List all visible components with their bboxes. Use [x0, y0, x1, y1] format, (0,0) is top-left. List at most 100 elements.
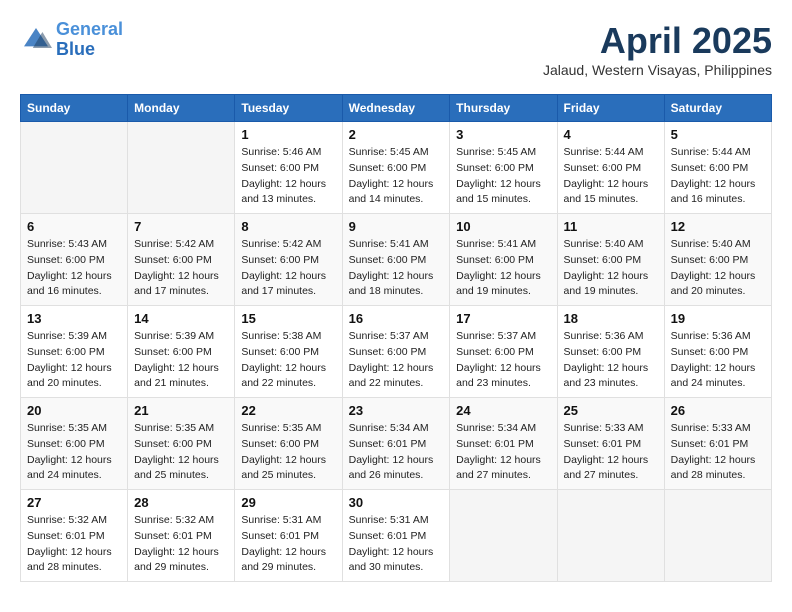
calendar-cell: 12 Sunrise: 5:40 AMSunset: 6:00 PMDayligh… [664, 214, 771, 306]
day-number: 30 [349, 495, 444, 510]
weekday-header-thursday: Thursday [450, 95, 557, 122]
calendar-cell [664, 490, 771, 582]
calendar-cell [128, 122, 235, 214]
calendar-cell: 7Sunrise: 5:42 AMSunset: 6:00 PMDaylight… [128, 214, 235, 306]
day-info: Sunrise: 5:33 AMSunset: 6:01 PMDaylight:… [671, 421, 765, 484]
calendar-cell: 17 Sunrise: 5:37 AMSunset: 6:00 PMDayligh… [450, 306, 557, 398]
day-info: Sunrise: 5:37 AMSunset: 6:00 PMDaylight:… [456, 329, 550, 392]
calendar-cell: 14 Sunrise: 5:39 AMSunset: 6:00 PMDayligh… [128, 306, 235, 398]
day-info: Sunrise: 5:42 AMSunset: 6:00 PMDaylight:… [134, 237, 228, 300]
logo-icon [20, 24, 52, 56]
calendar-cell: 1Sunrise: 5:46 AMSunset: 6:00 PMDaylight… [235, 122, 342, 214]
day-number: 22 [241, 403, 335, 418]
calendar-cell: 28Sunrise: 5:32 AMSunset: 6:01 PMDayligh… [128, 490, 235, 582]
day-number: 10 [456, 219, 550, 234]
calendar-cell: 3 Sunrise: 5:45 AMSunset: 6:00 PMDaylight… [450, 122, 557, 214]
day-number: 21 [134, 403, 228, 418]
day-number: 11 [564, 219, 658, 234]
day-info: Sunrise: 5:36 AMSunset: 6:00 PMDaylight:… [671, 329, 765, 392]
day-number: 3 [456, 127, 550, 142]
calendar-table: SundayMondayTuesdayWednesdayThursdayFrid… [20, 94, 772, 582]
day-info: Sunrise: 5:31 AMSunset: 6:01 PMDaylight:… [349, 513, 444, 576]
day-info: Sunrise: 5:40 AMSunset: 6:00 PMDaylight:… [671, 237, 765, 300]
day-info: Sunrise: 5:38 AMSunset: 6:00 PMDaylight:… [241, 329, 335, 392]
weekday-header-friday: Friday [557, 95, 664, 122]
calendar-cell [450, 490, 557, 582]
calendar-cell [21, 122, 128, 214]
day-number: 2 [349, 127, 444, 142]
day-info: Sunrise: 5:44 AMSunset: 6:00 PMDaylight:… [564, 145, 658, 208]
day-info: Sunrise: 5:45 AMSunset: 6:00 PMDaylight:… [349, 145, 444, 208]
logo: General Blue [20, 20, 123, 60]
day-info: Sunrise: 5:35 AMSunset: 6:00 PMDaylight:… [134, 421, 228, 484]
day-info: Sunrise: 5:39 AMSunset: 6:00 PMDaylight:… [27, 329, 121, 392]
day-number: 17 [456, 311, 550, 326]
calendar-cell: 10Sunrise: 5:41 AMSunset: 6:00 PMDayligh… [450, 214, 557, 306]
day-info: Sunrise: 5:35 AMSunset: 6:00 PMDaylight:… [27, 421, 121, 484]
calendar-cell: 2 Sunrise: 5:45 AMSunset: 6:00 PMDaylight… [342, 122, 450, 214]
day-number: 15 [241, 311, 335, 326]
day-number: 27 [27, 495, 121, 510]
week-row-2: 6Sunrise: 5:43 AMSunset: 6:00 PMDaylight… [21, 214, 772, 306]
title-block: April 2025 Jalaud, Western Visayas, Phil… [543, 20, 772, 78]
calendar-cell: 6Sunrise: 5:43 AMSunset: 6:00 PMDaylight… [21, 214, 128, 306]
calendar-title: April 2025 [543, 20, 772, 62]
day-info: Sunrise: 5:42 AMSunset: 6:00 PMDaylight:… [241, 237, 335, 300]
weekday-header-saturday: Saturday [664, 95, 771, 122]
day-info: Sunrise: 5:33 AMSunset: 6:01 PMDaylight:… [564, 421, 658, 484]
calendar-cell: 25Sunrise: 5:33 AMSunset: 6:01 PMDayligh… [557, 398, 664, 490]
day-number: 28 [134, 495, 228, 510]
page-header: General Blue April 2025 Jalaud, Western … [20, 20, 772, 78]
week-row-3: 13 Sunrise: 5:39 AMSunset: 6:00 PMDayligh… [21, 306, 772, 398]
weekday-header-row: SundayMondayTuesdayWednesdayThursdayFrid… [21, 95, 772, 122]
day-number: 9 [349, 219, 444, 234]
weekday-header-tuesday: Tuesday [235, 95, 342, 122]
calendar-cell: 11 Sunrise: 5:40 AMSunset: 6:00 PMDayligh… [557, 214, 664, 306]
calendar-cell: 5 Sunrise: 5:44 AMSunset: 6:00 PMDaylight… [664, 122, 771, 214]
day-info: Sunrise: 5:41 AMSunset: 6:00 PMDaylight:… [349, 237, 444, 300]
calendar-cell: 19 Sunrise: 5:36 AMSunset: 6:00 PMDayligh… [664, 306, 771, 398]
day-info: Sunrise: 5:40 AMSunset: 6:00 PMDaylight:… [564, 237, 658, 300]
day-number: 6 [27, 219, 121, 234]
calendar-cell: 8Sunrise: 5:42 AMSunset: 6:00 PMDaylight… [235, 214, 342, 306]
day-info: Sunrise: 5:34 AMSunset: 6:01 PMDaylight:… [456, 421, 550, 484]
day-info: Sunrise: 5:45 AMSunset: 6:00 PMDaylight:… [456, 145, 550, 208]
day-info: Sunrise: 5:46 AMSunset: 6:00 PMDaylight:… [241, 145, 335, 208]
calendar-cell: 27 Sunrise: 5:32 AMSunset: 6:01 PMDayligh… [21, 490, 128, 582]
calendar-cell: 26Sunrise: 5:33 AMSunset: 6:01 PMDayligh… [664, 398, 771, 490]
calendar-cell: 9 Sunrise: 5:41 AMSunset: 6:00 PMDaylight… [342, 214, 450, 306]
day-info: Sunrise: 5:37 AMSunset: 6:00 PMDaylight:… [349, 329, 444, 392]
day-number: 5 [671, 127, 765, 142]
calendar-cell: 23Sunrise: 5:34 AMSunset: 6:01 PMDayligh… [342, 398, 450, 490]
calendar-cell: 4Sunrise: 5:44 AMSunset: 6:00 PMDaylight… [557, 122, 664, 214]
calendar-cell: 21 Sunrise: 5:35 AMSunset: 6:00 PMDayligh… [128, 398, 235, 490]
calendar-cell [557, 490, 664, 582]
calendar-cell: 24 Sunrise: 5:34 AMSunset: 6:01 PMDayligh… [450, 398, 557, 490]
day-number: 29 [241, 495, 335, 510]
calendar-cell: 30 Sunrise: 5:31 AMSunset: 6:01 PMDayligh… [342, 490, 450, 582]
day-number: 13 [27, 311, 121, 326]
day-info: Sunrise: 5:44 AMSunset: 6:00 PMDaylight:… [671, 145, 765, 208]
calendar-cell: 22Sunrise: 5:35 AMSunset: 6:00 PMDayligh… [235, 398, 342, 490]
day-number: 12 [671, 219, 765, 234]
day-info: Sunrise: 5:39 AMSunset: 6:00 PMDaylight:… [134, 329, 228, 392]
week-row-1: 1Sunrise: 5:46 AMSunset: 6:00 PMDaylight… [21, 122, 772, 214]
day-number: 24 [456, 403, 550, 418]
day-info: Sunrise: 5:34 AMSunset: 6:01 PMDaylight:… [349, 421, 444, 484]
day-number: 19 [671, 311, 765, 326]
weekday-header-wednesday: Wednesday [342, 95, 450, 122]
calendar-subtitle: Jalaud, Western Visayas, Philippines [543, 62, 772, 78]
calendar-cell: 29 Sunrise: 5:31 AMSunset: 6:01 PMDayligh… [235, 490, 342, 582]
week-row-5: 27 Sunrise: 5:32 AMSunset: 6:01 PMDayligh… [21, 490, 772, 582]
day-number: 16 [349, 311, 444, 326]
day-info: Sunrise: 5:31 AMSunset: 6:01 PMDaylight:… [241, 513, 335, 576]
day-number: 14 [134, 311, 228, 326]
day-info: Sunrise: 5:32 AMSunset: 6:01 PMDaylight:… [27, 513, 121, 576]
week-row-4: 20 Sunrise: 5:35 AMSunset: 6:00 PMDayligh… [21, 398, 772, 490]
weekday-header-sunday: Sunday [21, 95, 128, 122]
calendar-cell: 18Sunrise: 5:36 AMSunset: 6:00 PMDayligh… [557, 306, 664, 398]
calendar-cell: 20 Sunrise: 5:35 AMSunset: 6:00 PMDayligh… [21, 398, 128, 490]
calendar-cell: 13 Sunrise: 5:39 AMSunset: 6:00 PMDayligh… [21, 306, 128, 398]
day-number: 20 [27, 403, 121, 418]
day-number: 18 [564, 311, 658, 326]
